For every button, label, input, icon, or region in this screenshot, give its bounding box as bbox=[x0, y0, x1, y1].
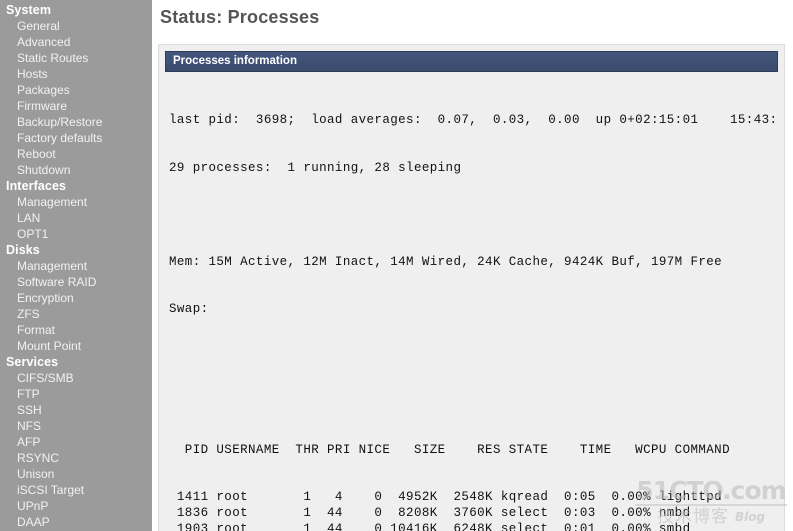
sidebar-item-firmware[interactable]: Firmware bbox=[0, 98, 152, 114]
sidebar-item-ftp[interactable]: FTP bbox=[0, 386, 152, 402]
process-table-body: 1411 root 1 4 0 4952K 2548K kqread 0:05 … bbox=[169, 490, 784, 531]
table-row: 1903 root 1 44 0 10416K 6248K select 0:0… bbox=[169, 521, 691, 531]
app-root: System General Advanced Static Routes Hosts P… bbox=[0, 0, 793, 531]
top-swap-line: Swap: bbox=[169, 301, 217, 316]
sidebar-item-daap[interactable]: DAAP bbox=[0, 514, 152, 530]
sidebar-group-disks: Disks bbox=[6, 243, 40, 257]
sidebar: System General Advanced Static Routes Hosts P… bbox=[0, 0, 152, 531]
top-summary-line-2: 29 processes: 1 running, 28 sleeping bbox=[169, 160, 462, 175]
sidebar-group-interfaces: Interfaces bbox=[6, 179, 67, 193]
sidebar-item-hosts[interactable]: Hosts bbox=[0, 66, 152, 82]
term-gap-3 bbox=[169, 396, 784, 412]
sidebar-item-packages[interactable]: Packages bbox=[0, 82, 152, 98]
sidebar-item-backup-restore[interactable]: Backup/Restore bbox=[0, 114, 152, 130]
table-row: 1836 root 1 44 0 8208K 3760K select 0:03… bbox=[169, 505, 691, 520]
sidebar-item-nfs[interactable]: NFS bbox=[0, 418, 152, 434]
sidebar-item-zfs[interactable]: ZFS bbox=[0, 306, 152, 322]
top-summary-line-1: last pid: 3698; load averages: 0.07, 0.0… bbox=[169, 113, 778, 128]
top-memory-line: Mem: 15M Active, 12M Inact, 14M Wired, 2… bbox=[169, 254, 723, 269]
sidebar-group-services: Services bbox=[6, 355, 59, 369]
panel-header-title: Processes information bbox=[165, 51, 778, 72]
sidebar-item-upnp[interactable]: UPnP bbox=[0, 498, 152, 514]
sidebar-item-general[interactable]: General bbox=[0, 18, 152, 34]
sidebar-item-static-routes[interactable]: Static Routes bbox=[0, 50, 152, 66]
sidebar-item-iscsi-target[interactable]: iSCSI Target bbox=[0, 482, 152, 498]
processes-panel: Processes information last pid: 3698; lo… bbox=[158, 44, 785, 531]
sidebar-item-mount-point[interactable]: Mount Point bbox=[0, 338, 152, 354]
page-title: Status: Processes bbox=[160, 7, 320, 27]
sidebar-item-advanced[interactable]: Advanced bbox=[0, 34, 152, 50]
sidebar-item-opt1[interactable]: OPT1 bbox=[0, 226, 152, 242]
term-gap-2 bbox=[169, 349, 784, 365]
term-gap-1 bbox=[169, 208, 784, 224]
sidebar-item-software-raid[interactable]: Software RAID bbox=[0, 274, 152, 290]
table-row: 1411 root 1 4 0 4952K 2548K kqread 0:05 … bbox=[169, 490, 723, 505]
sidebar-item-afp[interactable]: AFP bbox=[0, 434, 152, 450]
sidebar-item-unison[interactable]: Unison bbox=[0, 466, 152, 482]
sidebar-item-lan[interactable]: LAN bbox=[0, 210, 152, 226]
sidebar-item-encryption[interactable]: Encryption bbox=[0, 290, 152, 306]
sidebar-item-rsync[interactable]: RSYNC bbox=[0, 450, 152, 466]
sidebar-item-factory-defaults[interactable]: Factory defaults bbox=[0, 130, 152, 146]
sidebar-item-cifs-smb[interactable]: CIFS/SMB bbox=[0, 370, 152, 386]
sidebar-item-reboot[interactable]: Reboot bbox=[0, 146, 152, 162]
sidebar-item-format[interactable]: Format bbox=[0, 322, 152, 338]
top-output: last pid: 3698; load averages: 0.07, 0.0… bbox=[165, 72, 784, 531]
sidebar-item-shutdown[interactable]: Shutdown bbox=[0, 162, 152, 178]
main-content: Status: Processes Processes information … bbox=[152, 0, 793, 531]
sidebar-item-management[interactable]: Management bbox=[0, 194, 152, 210]
process-table-header: PID USERNAME THR PRI NICE SIZE RES STATE… bbox=[169, 443, 730, 458]
sidebar-item-management[interactable]: Management bbox=[0, 258, 152, 274]
sidebar-group-system: System bbox=[6, 3, 52, 17]
sidebar-item-ssh[interactable]: SSH bbox=[0, 402, 152, 418]
